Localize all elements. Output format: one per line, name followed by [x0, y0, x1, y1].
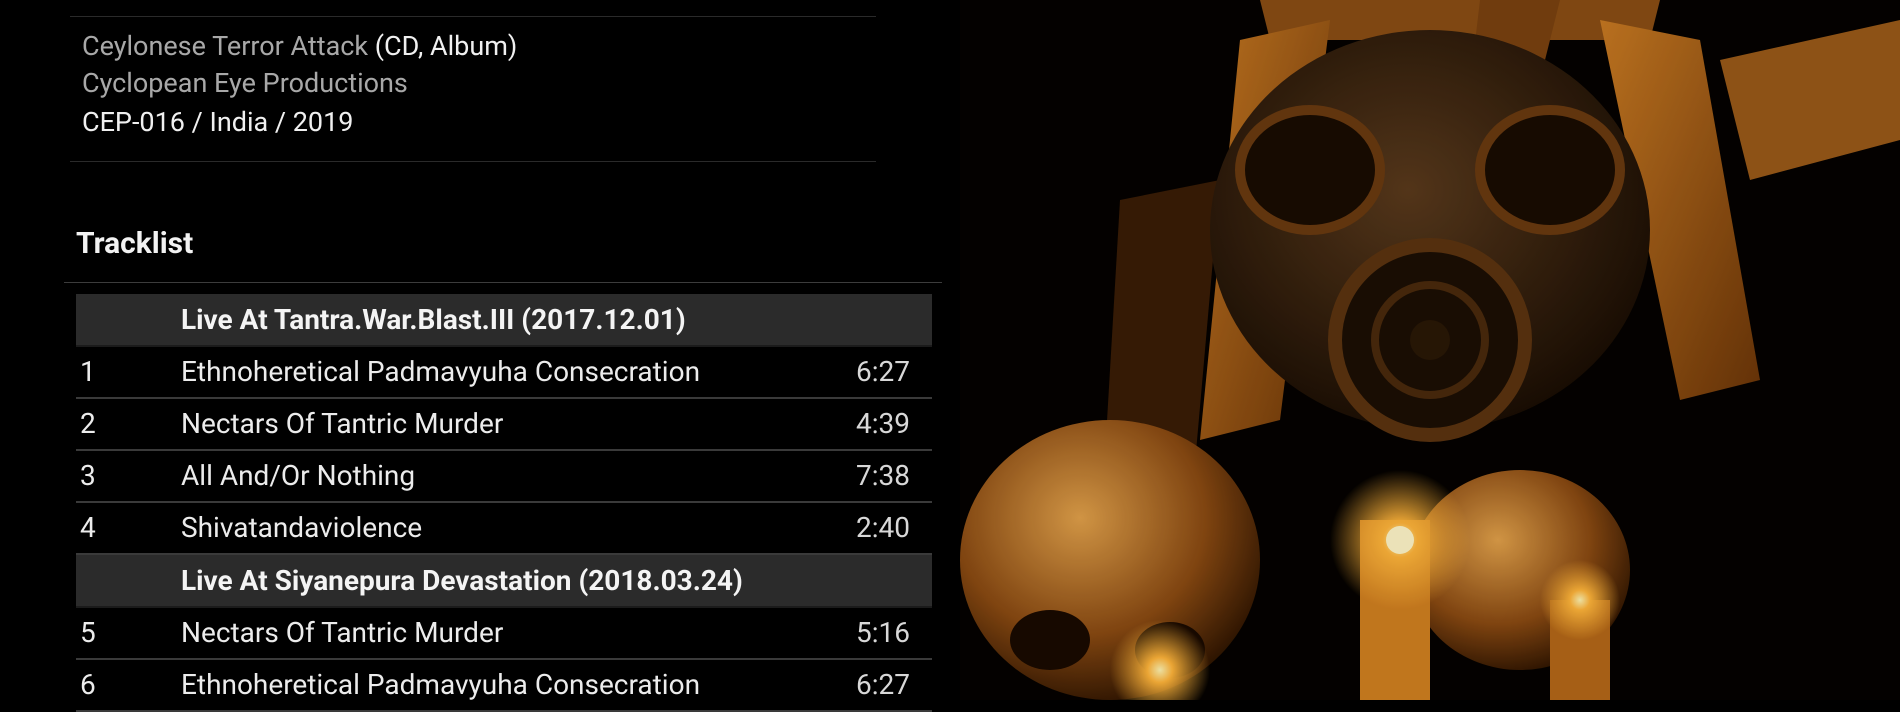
release-details-panel: Ceylonese Terror Attack (CD, Album) Cycl…	[0, 0, 960, 712]
track-row[interactable]: 3 All And/Or Nothing 7:38	[76, 451, 932, 503]
track-length: 5:16	[856, 616, 910, 649]
album-cover-image	[960, 0, 1900, 700]
track-number: 5	[80, 616, 96, 649]
track-title: Shivatandaviolence	[181, 511, 423, 544]
tracklist-section-header: Live At Siyanepura Devastation (2018.03.…	[76, 555, 932, 608]
tracklist-table: Live At Tantra.War.Blast.III (2017.12.01…	[76, 294, 932, 712]
track-number: 1	[80, 355, 96, 388]
divider	[70, 16, 876, 17]
track-number: 2	[80, 407, 96, 440]
track-length: 2:40	[856, 511, 910, 544]
track-title: Nectars Of Tantric Murder	[181, 407, 504, 440]
divider	[70, 161, 876, 162]
track-title: Nectars Of Tantric Murder	[181, 616, 504, 649]
track-row[interactable]: 2 Nectars Of Tantric Murder 4:39	[76, 399, 932, 451]
track-row[interactable]: 4 Shivatandaviolence 2:40	[76, 503, 932, 555]
release-label-link[interactable]: Cyclopean Eye Productions	[82, 64, 408, 102]
release-format: (CD, Album)	[374, 30, 518, 62]
section-title: Live At Tantra.War.Blast.III (2017.12.01…	[181, 303, 686, 336]
track-number: 3	[80, 459, 96, 492]
track-length: 6:27	[856, 668, 910, 701]
track-row[interactable]: 5 Nectars Of Tantric Murder 5:16	[76, 608, 932, 660]
divider	[64, 282, 942, 283]
track-number: 4	[80, 511, 96, 544]
catalog-line: CEP-016 / India / 2019	[82, 106, 354, 138]
track-length: 6:27	[856, 355, 910, 388]
track-title: Ethnoheretical Padmavyuha Consecration	[181, 668, 701, 701]
track-number: 6	[80, 668, 96, 701]
track-row[interactable]: 1 Ethnoheretical Padmavyuha Consecration…	[76, 347, 932, 399]
tracklist-heading: Tracklist	[76, 226, 194, 261]
tracklist-section-header: Live At Tantra.War.Blast.III (2017.12.01…	[76, 294, 932, 347]
release-title-line: Ceylonese Terror Attack (CD, Album)	[82, 27, 517, 65]
release-title-link[interactable]: Ceylonese Terror Attack	[82, 30, 368, 62]
track-title: Ethnoheretical Padmavyuha Consecration	[181, 355, 701, 388]
track-row[interactable]: 6 Ethnoheretical Padmavyuha Consecration…	[76, 660, 932, 712]
track-title: All And/Or Nothing	[181, 459, 416, 492]
track-length: 7:38	[856, 459, 910, 492]
album-cover-artwork	[960, 0, 1900, 700]
section-title: Live At Siyanepura Devastation (2018.03.…	[181, 564, 743, 597]
track-length: 4:39	[856, 407, 910, 440]
